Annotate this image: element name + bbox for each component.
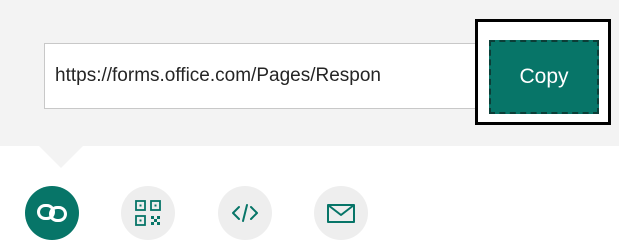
panel-pointer (39, 146, 83, 168)
share-qr-code-button[interactable] (121, 186, 175, 240)
embed-code-icon (232, 204, 258, 222)
share-embed-button[interactable] (218, 186, 272, 240)
share-email-button[interactable] (314, 186, 368, 240)
copy-button[interactable]: Copy (489, 40, 599, 114)
link-icon (37, 204, 67, 222)
share-link-button[interactable] (25, 186, 79, 240)
share-url-field[interactable]: https://forms.office.com/Pages/Respon (44, 43, 476, 109)
qr-code-icon (135, 200, 161, 226)
mail-icon (327, 204, 355, 223)
